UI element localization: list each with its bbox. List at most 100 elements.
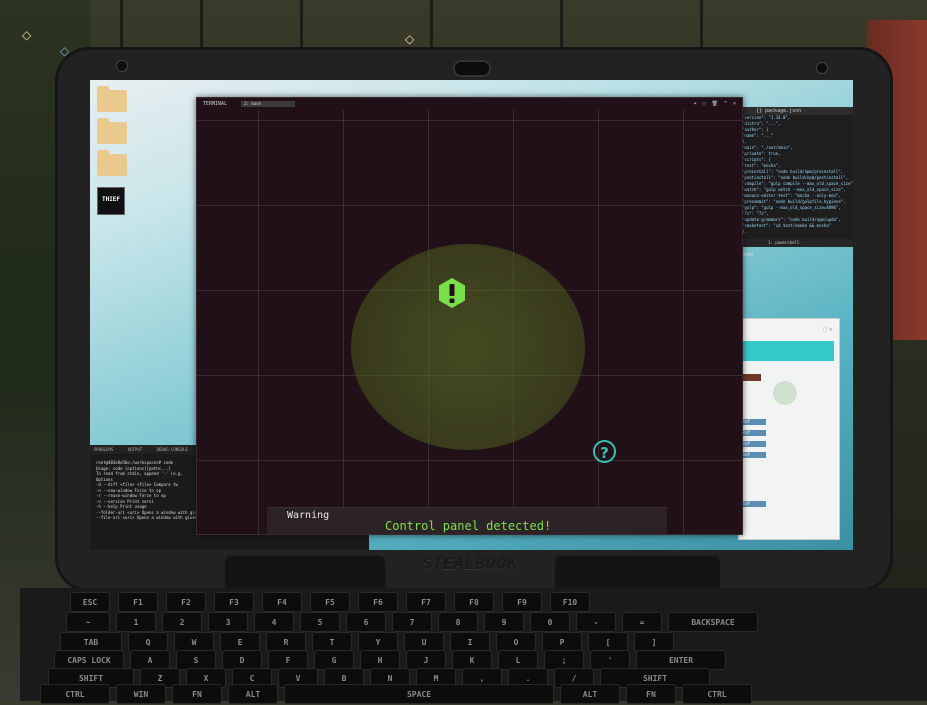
key-h[interactable]: H bbox=[360, 650, 400, 670]
key-alt[interactable]: ALT bbox=[560, 684, 620, 704]
key-enter[interactable]: ENTER bbox=[636, 650, 726, 670]
desktop-folder-icon[interactable] bbox=[97, 150, 127, 176]
maximize-icon[interactable]: ^ bbox=[724, 101, 727, 107]
key-f9[interactable]: F9 bbox=[502, 592, 542, 612]
buy-button[interactable]: BUY bbox=[739, 452, 766, 458]
trash-icon[interactable]: 🗑 bbox=[712, 101, 718, 107]
key-ctrl[interactable]: CTRL bbox=[40, 684, 110, 704]
key-3[interactable]: 3 bbox=[208, 612, 248, 632]
key-space[interactable]: SPACE bbox=[284, 684, 554, 704]
key-8[interactable]: 8 bbox=[438, 612, 478, 632]
editor-terminal-select[interactable]: 1: powershell bbox=[738, 239, 853, 247]
laptop-screen: THIEF {} package.json "version": "1.14.0… bbox=[90, 80, 853, 550]
code-line: }, bbox=[742, 229, 747, 234]
alert-hexagon-icon bbox=[439, 278, 465, 308]
key-f1[interactable]: F1 bbox=[118, 592, 158, 612]
radar-grid: ? Warning Control panel detected! bbox=[197, 110, 742, 534]
key-j[interactable]: J bbox=[406, 650, 446, 670]
key-esc[interactable]: ESC bbox=[70, 592, 110, 612]
key-y[interactable]: Y bbox=[358, 632, 398, 652]
window-controls[interactable]: ▢ × bbox=[822, 327, 833, 333]
key--[interactable]: ; bbox=[544, 650, 584, 670]
key-d[interactable]: D bbox=[222, 650, 262, 670]
key--[interactable]: ~ bbox=[66, 612, 110, 632]
buy-button[interactable]: BUY bbox=[739, 430, 766, 436]
terminal-tab-title[interactable]: TERMINAL bbox=[203, 101, 227, 107]
key--[interactable]: ] bbox=[634, 632, 674, 652]
close-icon[interactable]: × bbox=[733, 101, 736, 107]
help-icon[interactable]: ? bbox=[593, 440, 616, 463]
shop-window[interactable]: ▢ × BUY BUY BUY BUY BUY bbox=[738, 318, 840, 540]
screw bbox=[116, 60, 128, 72]
thief-app-label: THIEF bbox=[101, 196, 121, 203]
key-a[interactable]: A bbox=[130, 650, 170, 670]
key-w[interactable]: W bbox=[174, 632, 214, 652]
key--[interactable]: - bbox=[576, 612, 616, 632]
key-alt[interactable]: ALT bbox=[228, 684, 278, 704]
desktop-folder-icon[interactable] bbox=[97, 118, 127, 144]
key-f2[interactable]: F2 bbox=[166, 592, 206, 612]
key--[interactable]: [ bbox=[588, 632, 628, 652]
key-f[interactable]: F bbox=[268, 650, 308, 670]
key-4[interactable]: 4 bbox=[254, 612, 294, 632]
tab-problems[interactable]: PROBLEMS bbox=[94, 447, 113, 452]
editor-code: "version": "1.14.0", "distro": "...", "aut… bbox=[738, 115, 853, 235]
detection-radar bbox=[351, 244, 585, 450]
key-win[interactable]: WIN bbox=[116, 684, 166, 704]
key-fn[interactable]: FN bbox=[626, 684, 676, 704]
desktop-folder-icon[interactable] bbox=[97, 86, 127, 112]
tab-debug-console[interactable]: DEBUG CONSOLE bbox=[157, 447, 188, 452]
key-l[interactable]: L bbox=[498, 650, 538, 670]
key--[interactable]: ' bbox=[590, 650, 630, 670]
buy-button[interactable]: BUY bbox=[739, 441, 766, 447]
key-s[interactable]: S bbox=[176, 650, 216, 670]
key-t[interactable]: T bbox=[312, 632, 352, 652]
code-editor-window[interactable]: {} package.json "version": "1.14.0", "dis… bbox=[738, 107, 853, 247]
terminal-header: TERMINAL 2: bash + ▢ 🗑 ^ × bbox=[197, 98, 742, 110]
key-tab[interactable]: TAB bbox=[60, 632, 122, 652]
key-o[interactable]: O bbox=[496, 632, 536, 652]
key-ctrl[interactable]: CTRL bbox=[682, 684, 752, 704]
key-f6[interactable]: F6 bbox=[358, 592, 398, 612]
keyboard: ESC F1 F2 F3 F4 F5 F6 F7 F8 F9 F10 ~1 2 3 4 5 6 7 8 9 0- = BAC… bbox=[20, 588, 927, 704]
key-7[interactable]: 7 bbox=[392, 612, 432, 632]
key-f7[interactable]: F7 bbox=[406, 592, 446, 612]
buy-button[interactable]: BUY bbox=[739, 419, 766, 425]
editor-tab[interactable]: {} package.json bbox=[738, 107, 853, 115]
key-f10[interactable]: F10 bbox=[550, 592, 590, 612]
avatar bbox=[773, 381, 797, 405]
key-5[interactable]: 5 bbox=[300, 612, 340, 632]
webcam bbox=[453, 60, 491, 77]
shell-select[interactable]: 2: bash bbox=[241, 101, 296, 107]
warning-message: Control panel detected! bbox=[385, 519, 552, 533]
key-caps-lock[interactable]: CAPS LOCK bbox=[54, 650, 124, 670]
key-0[interactable]: 0 bbox=[530, 612, 570, 632]
tab-output[interactable]: OUTPUT bbox=[128, 447, 142, 452]
key-q[interactable]: Q bbox=[128, 632, 168, 652]
key-e[interactable]: E bbox=[220, 632, 260, 652]
key-i[interactable]: I bbox=[450, 632, 490, 652]
key-p[interactable]: P bbox=[542, 632, 582, 652]
split-terminal-icon[interactable]: ▢ bbox=[703, 101, 706, 107]
new-terminal-icon[interactable]: + bbox=[694, 101, 697, 107]
key-k[interactable]: K bbox=[452, 650, 492, 670]
key-f4[interactable]: F4 bbox=[262, 592, 302, 612]
key-9[interactable]: 9 bbox=[484, 612, 524, 632]
key--[interactable]: = bbox=[622, 612, 662, 632]
key-f5[interactable]: F5 bbox=[310, 592, 350, 612]
key-u[interactable]: U bbox=[404, 632, 444, 652]
terminal-window[interactable]: TERMINAL 2: bash + ▢ 🗑 ^ × ? Warning Con… bbox=[196, 97, 743, 535]
key-1[interactable]: 1 bbox=[116, 612, 156, 632]
key-2[interactable]: 2 bbox=[162, 612, 202, 632]
key-g[interactable]: G bbox=[314, 650, 354, 670]
key-fn[interactable]: FN bbox=[172, 684, 222, 704]
key-f3[interactable]: F3 bbox=[214, 592, 254, 612]
thief-app-icon[interactable]: THIEF bbox=[97, 187, 125, 215]
key-r[interactable]: R bbox=[266, 632, 306, 652]
buy-button[interactable]: BUY bbox=[739, 501, 766, 507]
key-6[interactable]: 6 bbox=[346, 612, 386, 632]
key-f8[interactable]: F8 bbox=[454, 592, 494, 612]
warning-title: Warning bbox=[287, 510, 330, 521]
key-backspace[interactable]: BACKSPACE bbox=[668, 612, 758, 632]
sparkle-icon: ◇ bbox=[22, 28, 32, 42]
